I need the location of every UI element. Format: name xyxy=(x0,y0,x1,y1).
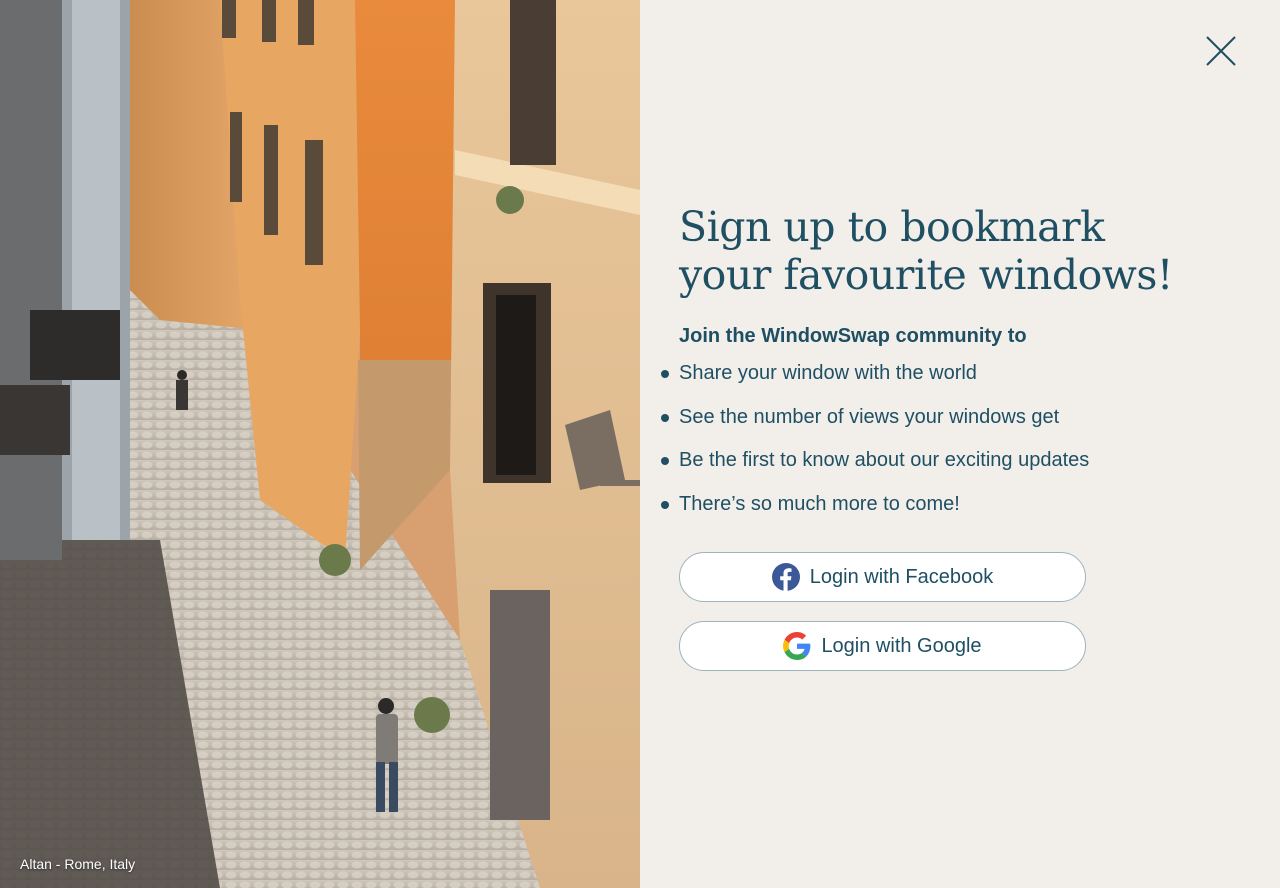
community-subheading: Join the WindowSwap community to xyxy=(679,325,1027,347)
feature-text: Be the first to know about our exciting … xyxy=(679,449,1090,471)
feature-text: See the number of views your windows get xyxy=(679,405,1060,428)
bullet-icon xyxy=(661,457,669,465)
feature-text: There’s so much more to come! xyxy=(679,492,960,515)
signup-heading: Sign up to bookmark your favourite windo… xyxy=(679,203,1173,299)
login-facebook-label: Login with Facebook xyxy=(809,565,994,588)
signup-panel: Sign up to bookmark your favourite windo… xyxy=(640,0,1280,888)
bullet-icon xyxy=(661,500,669,509)
feature-item: Share your window with the world xyxy=(661,356,1089,400)
feature-text: Share your window with the world xyxy=(679,362,977,384)
feature-list: Share your window with the world See the… xyxy=(661,356,1089,530)
photo-location-caption: Altan - Rome, Italy xyxy=(20,856,136,872)
window-view-photo: Altan - Rome, Italy xyxy=(0,0,640,888)
close-icon xyxy=(1206,36,1236,66)
google-icon xyxy=(783,632,811,660)
facebook-icon xyxy=(771,563,800,591)
rome-street-illustration xyxy=(0,0,640,888)
login-facebook-button[interactable]: Login with Facebook xyxy=(679,552,1086,602)
bullet-icon xyxy=(661,370,669,378)
login-google-label: Login with Google xyxy=(821,634,982,657)
feature-item: See the number of views your windows get xyxy=(661,400,1089,444)
bullet-icon xyxy=(661,413,669,422)
close-button[interactable] xyxy=(1204,34,1238,68)
feature-item: There’s so much more to come! xyxy=(661,487,1089,531)
feature-item: Be the first to know about our exciting … xyxy=(661,443,1089,487)
login-google-button[interactable]: Login with Google xyxy=(679,621,1086,671)
